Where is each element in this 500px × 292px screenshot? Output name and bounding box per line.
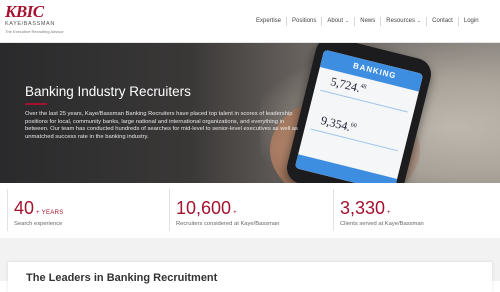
phone-value-cents: 48 [359, 83, 367, 91]
nav-label: About [327, 18, 344, 24]
nav-divider [380, 16, 382, 26]
stat-divider [169, 189, 170, 231]
stat-item: 40 + YEARS Search experience [14, 183, 164, 238]
nav-item-about[interactable]: About ⌄ [327, 18, 349, 24]
logo[interactable]: KBIC KAYE/BASSMAN The Executive Recruiti… [5, 2, 95, 40]
stat-divider [333, 189, 334, 231]
stat-label: Search experience [14, 221, 63, 227]
nav-label: Contact [432, 18, 453, 24]
phone-screen: BANKING 5,724.48 9,354.60 [294, 49, 424, 183]
nav-item-positions[interactable]: Positions [292, 18, 316, 24]
nav-item-login[interactable]: Login [464, 18, 479, 24]
nav-item-contact[interactable]: Contact [432, 18, 453, 24]
chevron-down-icon: ⌄ [416, 18, 422, 24]
stat-divider [7, 189, 8, 231]
nav-item-expertise[interactable]: Expertise [256, 18, 281, 24]
nav-item-resources[interactable]: Resources ⌄ [386, 18, 421, 24]
phone-value: 5,724. [329, 74, 362, 96]
stat-value: 40 [14, 198, 35, 218]
stat-label: Recruiters considered at Kaye/Bassman [176, 221, 280, 227]
site-header: KBIC KAYE/BASSMAN The Executive Recruiti… [0, 0, 500, 43]
nav-divider [286, 16, 288, 26]
nav-item-news[interactable]: News [360, 18, 375, 24]
phone-screen-footer [294, 154, 398, 183]
stat-value: 10,600 [176, 198, 232, 218]
nav-divider [426, 16, 428, 26]
stat-number: 3,330 + [340, 198, 391, 219]
content-card: The Leaders in Banking Recruitment [8, 262, 492, 292]
nav-divider [354, 16, 356, 26]
stat-suffix: + YEARS [36, 210, 64, 216]
logo-subtitle: KAYE/BASSMAN [5, 21, 55, 27]
page-title: Banking Industry Recruiters [25, 84, 191, 99]
logo-tagline: The Executive Recruiting Advisor [5, 29, 64, 34]
stat-item: 10,600 + Recruiters considered at Kaye/Ba… [176, 183, 326, 238]
hero-description: Over the last 25 years, Kaye/Bassman Ban… [25, 111, 298, 140]
stat-number: 10,600 + [176, 198, 237, 219]
stat-value: 3,330 [340, 198, 386, 218]
main-nav: Expertise Positions About ⌄ News Resource… [256, 14, 479, 28]
hero-banner: BANKING 5,724.48 9,354.60 Banking Indust… [0, 43, 500, 183]
logo-mark: KBIC [5, 2, 44, 21]
content-section: The Leaders in Banking Recruitment [0, 238, 500, 292]
nav-label: Resources [386, 18, 415, 24]
section-title: The Leaders in Banking Recruitment [26, 272, 218, 284]
nav-divider [321, 16, 323, 26]
stat-suffix: + [387, 210, 391, 216]
nav-divider [457, 16, 459, 26]
stat-number: 40 + YEARS [14, 198, 64, 219]
nav-label: Expertise [256, 18, 282, 24]
stat-suffix: + [233, 210, 237, 216]
stat-label: Clients served at Kaye/Bassman [340, 221, 424, 227]
stats-section: 40 + YEARS Search experience 10,600 + Recr… [0, 183, 500, 238]
nav-label: Positions [292, 18, 317, 24]
nav-label: Login [463, 18, 479, 24]
title-underline [25, 103, 47, 105]
phone-value-cents: 60 [350, 122, 358, 130]
stat-item: 3,330 + Clients served at Kaye/Bassman [340, 183, 490, 238]
nav-label: News [360, 18, 376, 24]
chevron-down-icon: ⌄ [345, 18, 350, 24]
phone-value: 9,354. [319, 113, 352, 134]
